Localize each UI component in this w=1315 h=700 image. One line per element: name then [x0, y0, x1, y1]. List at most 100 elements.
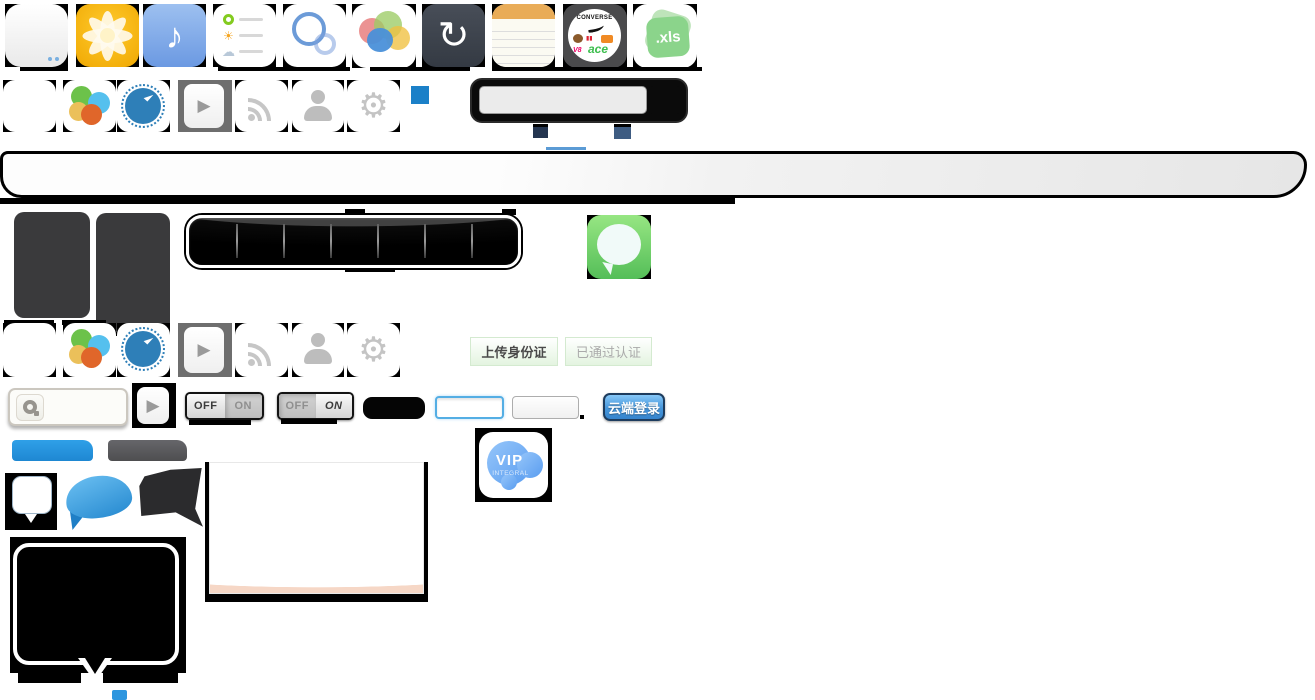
segment-divider: [283, 224, 285, 259]
toggle-off-active[interactable]: OFF ON: [185, 392, 264, 420]
dark-slab: [14, 212, 90, 318]
blue-disc: [125, 88, 161, 124]
app-icon-photos-flower[interactable]: [76, 4, 139, 67]
app-icon-messages[interactable]: [587, 215, 651, 279]
tool-icon-blue-dial[interactable]: [117, 323, 170, 377]
app-icon-sync[interactable]: ↻: [422, 4, 485, 67]
search-input[interactable]: [479, 86, 647, 114]
shelf-shadow: [0, 198, 735, 204]
sprite-artifact: [345, 268, 395, 272]
brand-converse-label: CONVERSE: [568, 15, 621, 21]
bubble-border: [13, 543, 179, 665]
list-line: [239, 50, 263, 53]
app-icon-blank[interactable]: [5, 4, 68, 67]
brands-icon: CONVERSE ▮▮ V8 ace: [563, 4, 627, 68]
tool-icon-person[interactable]: [292, 323, 344, 377]
cloud-login-button[interactable]: 云端登录: [603, 393, 665, 421]
toggle-on-label[interactable]: ON: [316, 394, 353, 418]
vip-badge[interactable]: VIP INTEGRAL: [479, 432, 548, 498]
tool-icon-blue-dial[interactable]: [117, 80, 170, 132]
toggle-off-label[interactable]: OFF: [279, 394, 316, 418]
vip-title: VIP: [479, 452, 540, 469]
toggle-shadow: [189, 420, 251, 425]
toggle-shadow: [281, 419, 337, 424]
bubble-body: [138, 468, 203, 528]
sprite-artifact: [492, 67, 702, 71]
white-panel: [209, 462, 424, 594]
black-bubble-sticker: [138, 468, 203, 528]
sync-refresh-icon: ↻: [422, 4, 485, 67]
gear-glyph: ⚙: [347, 80, 400, 132]
speech-bubble: [597, 224, 641, 265]
tool-icon-rss[interactable]: [235, 323, 288, 377]
tool-icon-play[interactable]: ▶: [178, 80, 232, 132]
toggle-on-active[interactable]: OFF ON: [277, 392, 354, 420]
person-head: [311, 90, 325, 104]
blue-bubble-sticker: [66, 474, 134, 530]
segmented-glossy-bar: [186, 215, 521, 268]
small-circle: [314, 33, 336, 55]
chat-bubbles-icon: [352, 4, 416, 68]
app-icon-chat-bubbles[interactable]: [352, 4, 416, 68]
tool-icon-play[interactable]: ▶: [178, 323, 232, 377]
color-balls-icon: [63, 80, 116, 132]
cloud-icon: ☁: [222, 46, 235, 58]
person-icon: [292, 323, 344, 377]
speech-bubble-tail: [600, 262, 613, 275]
rss-arc: [248, 343, 271, 366]
app-icon-music[interactable]: ♪: [143, 4, 206, 67]
refresh-glyph: ↻: [422, 4, 485, 67]
bubble-body: [65, 474, 134, 521]
play-button[interactable]: ▶: [137, 387, 169, 424]
tool-icon-color-balls[interactable]: [63, 323, 116, 377]
notes-icon: [492, 4, 555, 67]
list-icon: ☀ ☁: [213, 4, 276, 67]
person-body: [304, 106, 332, 121]
toggle-on-label[interactable]: ON: [225, 394, 263, 418]
vip-badge-frame: VIP INTEGRAL: [475, 428, 552, 502]
segment-divider: [330, 224, 332, 259]
upload-id-button[interactable]: 上传身份证: [470, 337, 558, 366]
search-go-button[interactable]: [648, 86, 682, 114]
text-field-focused[interactable]: [435, 396, 504, 419]
music-note-icon: ♪: [143, 4, 206, 67]
app-icon-reminders-list[interactable]: ☀ ☁: [213, 4, 276, 67]
app-icon-brand-logos[interactable]: CONVERSE ▮▮ V8 ace: [563, 4, 627, 68]
app-icon-xls[interactable]: .xls: [633, 4, 697, 68]
app-icon-notes[interactable]: [492, 4, 555, 67]
bubble-body: [12, 476, 52, 514]
sprite-artifact: [370, 67, 470, 71]
sprite-artifact: [218, 67, 350, 71]
person-icon: [292, 80, 344, 132]
panel-peach-bottom: [210, 567, 423, 593]
bubble-notch-inner: [85, 658, 105, 674]
app-icon-circles[interactable]: [283, 4, 346, 67]
dark-slab: [96, 213, 170, 333]
tool-icon-rss[interactable]: [235, 80, 288, 132]
brand-circle: CONVERSE ▮▮ V8 ace: [568, 9, 621, 62]
music-note-glyph: ♪: [143, 4, 206, 67]
person-head: [311, 333, 325, 347]
tool-icon-blank[interactable]: [3, 323, 56, 377]
top-search-bar: [470, 78, 688, 123]
tool-icon-gear[interactable]: ⚙: [347, 323, 400, 377]
blank-icon: [3, 323, 56, 377]
segment-divider: [471, 224, 473, 259]
circles-icon: [283, 4, 346, 67]
sun-icon: ☀: [223, 30, 234, 42]
blue-dial-icon: [117, 323, 170, 377]
tool-icon-blank[interactable]: [3, 80, 56, 132]
panel-frame: [205, 462, 428, 602]
rss-icon: [235, 323, 288, 377]
bubble-tail: [25, 514, 37, 523]
mini-search-input[interactable]: [8, 388, 128, 426]
segment-divider: [236, 224, 238, 259]
magnifier-handle: [34, 411, 39, 416]
xls-file-icon: .xls: [633, 4, 697, 68]
toggle-off-label[interactable]: OFF: [187, 394, 225, 418]
tool-icon-gear[interactable]: ⚙: [347, 80, 400, 132]
tool-icon-person[interactable]: [292, 80, 344, 132]
text-field[interactable]: [512, 396, 579, 419]
tool-icon-color-balls[interactable]: [63, 80, 116, 132]
nike-swoosh-icon: [588, 24, 605, 33]
